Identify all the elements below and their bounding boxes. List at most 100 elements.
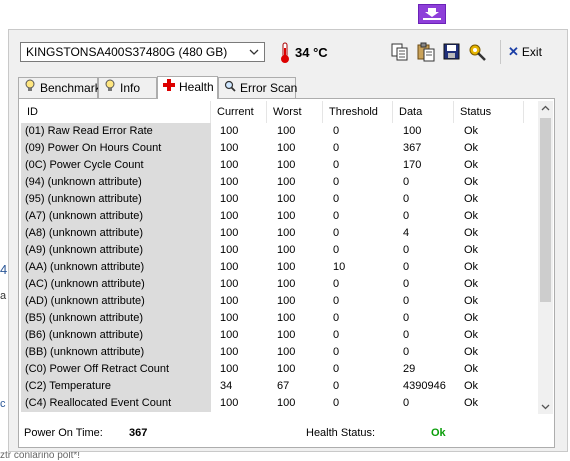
table-row[interactable]: (A9) (unknown attribute) 100 100 0 0 Ok [21,242,536,259]
current-value: 100 [220,142,239,154]
current-value: 100 [220,295,239,307]
column-header-current[interactable]: Current [211,101,267,123]
current-value: 34 [220,380,233,392]
current-value: 100 [220,329,239,341]
tab-benchmark-label: Benchmark [40,81,101,95]
column-header-worst[interactable]: Worst [267,101,323,123]
table-row[interactable]: (AC) (unknown attribute) 100 100 0 0 Ok [21,276,536,293]
health-status-label: Health Status: [306,427,376,439]
exit-button[interactable]: ✕ Exit [508,44,542,62]
background-text-fragment: 4 [0,262,8,277]
table-row[interactable]: (B5) (unknown attribute) 100 100 0 0 Ok [21,310,536,327]
current-value: 100 [220,210,239,222]
attribute-id: (AA) (unknown attribute) [21,259,211,276]
threshold-value: 0 [333,346,340,358]
table-row[interactable]: (A7) (unknown attribute) 100 100 0 0 Ok [21,208,536,225]
power-on-time-value: 367 [129,427,148,439]
table-row[interactable]: (95) (unknown attribute) 100 100 0 0 Ok [21,191,536,208]
status-value: Ok [464,193,479,205]
data-value: 100 [403,125,422,137]
tab-health[interactable]: Health [157,76,218,99]
table-row[interactable]: (B6) (unknown attribute) 100 100 0 0 Ok [21,327,536,344]
worst-value: 100 [277,261,296,273]
smart-table: ID Current Worst Threshold Data Status (… [21,101,536,414]
table-row[interactable]: (C0) Power Off Retract Count 100 100 0 29 Ok [21,361,536,378]
toolbar: KINGSTONSA400S37480G (480 GB) 34 °C ✕ Ex… [9,30,567,74]
tab-health-label: Health [179,80,214,94]
data-value: 0 [403,329,410,341]
worst-value: 100 [277,210,296,222]
threshold-value: 0 [333,363,340,375]
background-text-fragment: a [0,290,7,302]
data-value: 367 [403,142,422,154]
table-row[interactable]: (01) Raw Read Error Rate 100 100 0 100 Ok [21,123,536,140]
table-row[interactable]: (A8) (unknown attribute) 100 100 0 4 Ok [21,225,536,242]
vertical-scrollbar[interactable] [538,101,553,414]
table-row[interactable]: (94) (unknown attribute) 100 100 0 0 Ok [21,174,536,191]
threshold-value: 0 [333,244,340,256]
table-row[interactable]: (09) Power On Hours Count 100 100 0 367 Ok [21,140,536,157]
data-value: 0 [403,261,410,273]
data-value: 0 [403,176,410,188]
table-row[interactable]: (BB) (unknown attribute) 100 100 0 0 Ok [21,344,536,361]
copy-button[interactable] [389,42,411,62]
status-value: Ok [464,176,479,188]
scroll-up-icon[interactable] [538,101,553,116]
background-text-fragment: c [0,398,6,410]
column-header-status[interactable]: Status [454,101,524,123]
scroll-down-icon[interactable] [538,399,553,414]
worst-value: 100 [277,176,296,188]
status-value: Ok [464,363,479,375]
attribute-id: (C4) Reallocated Event Count [21,395,211,412]
table-row[interactable]: (C2) Temperature 34 67 0 4390946 Ok [21,378,536,395]
current-value: 100 [220,312,239,324]
threshold-value: 10 [333,261,346,273]
drive-select-value: KINGSTONSA400S37480G (480 GB) [26,45,228,59]
data-value: 4390946 [403,380,446,392]
tab-info[interactable]: Info [98,77,157,98]
status-value: Ok [464,210,479,222]
table-row[interactable]: (0C) Power Cycle Count 100 100 0 170 Ok [21,157,536,174]
current-value: 100 [220,363,239,375]
exit-label: Exit [521,45,542,59]
column-header-threshold[interactable]: Threshold [323,101,393,123]
column-header-data[interactable]: Data [393,101,454,123]
data-value: 170 [403,159,422,171]
save-button[interactable] [441,42,463,62]
toolbar-separator [500,40,501,64]
threshold-value: 0 [333,295,340,307]
thermometer-icon [281,42,289,63]
paste-button[interactable] [415,42,437,62]
data-value: 0 [403,193,410,205]
tab-info-label: Info [120,81,141,95]
data-value: 0 [403,346,410,358]
attribute-id: (01) Raw Read Error Rate [21,123,211,140]
health-cross-icon [162,77,176,97]
attribute-id: (B5) (unknown attribute) [21,310,211,327]
tab-error-scan[interactable]: Error Scan [218,77,297,98]
attribute-id: (A7) (unknown attribute) [21,208,211,225]
worst-value: 100 [277,244,296,256]
status-bar: Power On Time: 367 Health Status: Ok [19,419,554,447]
status-value: Ok [464,312,479,324]
tab-benchmark[interactable]: Benchmark [18,77,101,98]
threshold-value: 0 [333,125,340,137]
status-value: Ok [464,397,479,409]
worst-value: 100 [277,295,296,307]
tools-button[interactable] [467,42,489,62]
status-value: Ok [464,380,479,392]
drive-select[interactable]: KINGSTONSA400S37480G (480 GB) [20,42,265,62]
table-row[interactable]: (AA) (unknown attribute) 100 100 10 0 Ok [21,259,536,276]
table-row[interactable]: (AD) (unknown attribute) 100 100 0 0 Ok [21,293,536,310]
attribute-id: (BB) (unknown attribute) [21,344,211,361]
scrollbar-thumb[interactable] [540,118,551,302]
status-value: Ok [464,329,479,341]
attribute-id: (A8) (unknown attribute) [21,225,211,242]
worst-value: 100 [277,193,296,205]
copy-icon [391,43,408,61]
worst-value: 100 [277,278,296,290]
column-header-id[interactable]: ID [21,101,211,123]
status-value: Ok [464,346,479,358]
download-arrow-button[interactable] [418,4,446,24]
table-row[interactable]: (C4) Reallocated Event Count 100 100 0 0 Ok [21,395,536,412]
